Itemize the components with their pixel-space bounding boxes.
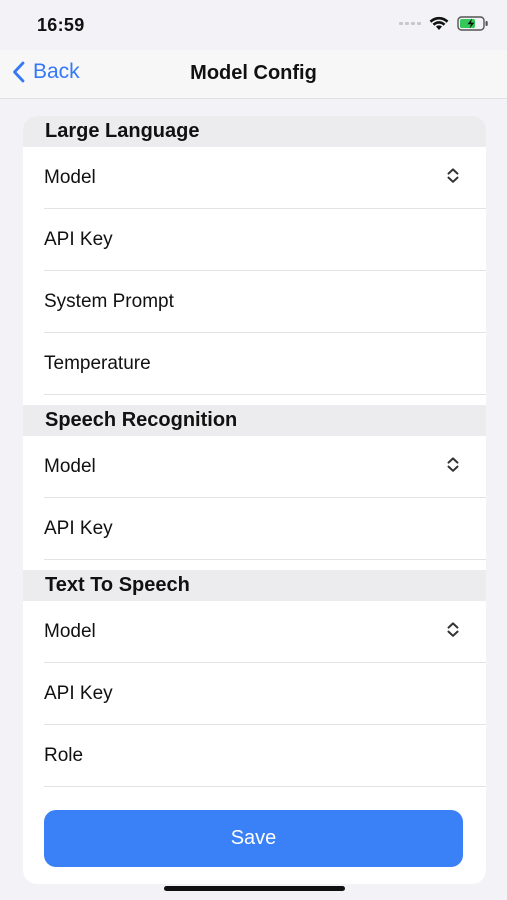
section-header-large-language: Large Language bbox=[23, 116, 486, 147]
row-label: Model bbox=[44, 166, 96, 188]
page-title: Model Config bbox=[190, 62, 317, 84]
row-label: API Key bbox=[44, 682, 113, 704]
tts-api-key-field[interactable]: API Key bbox=[44, 663, 486, 725]
section-header-speech-recognition: Speech Recognition bbox=[23, 405, 486, 436]
section-header-text-to-speech: Text To Speech bbox=[23, 570, 486, 601]
wifi-icon bbox=[429, 16, 449, 30]
tts-model-picker[interactable]: Model bbox=[44, 601, 486, 663]
ll-system-prompt-field[interactable]: System Prompt bbox=[44, 271, 486, 333]
ll-api-key-field[interactable]: API Key bbox=[44, 209, 486, 271]
row-label: System Prompt bbox=[44, 290, 174, 312]
tts-role-field[interactable]: Role bbox=[44, 725, 486, 787]
save-button[interactable]: Save bbox=[44, 810, 463, 867]
chevron-up-down-icon bbox=[447, 456, 459, 472]
row-label: API Key bbox=[44, 517, 113, 539]
row-label: Role bbox=[44, 744, 84, 766]
row-label: Model bbox=[44, 455, 96, 477]
config-card: Large Language Model API Key System Prom… bbox=[23, 116, 486, 884]
row-label: Model bbox=[44, 620, 96, 642]
home-indicator bbox=[164, 886, 345, 891]
ll-model-picker[interactable]: Model bbox=[44, 147, 486, 209]
nav-bar: Back Model Config bbox=[0, 50, 507, 99]
screen: 16:59 Back Model Config Large Language M… bbox=[0, 0, 507, 900]
ll-temperature-field[interactable]: Temperature bbox=[44, 333, 486, 395]
status-bar: 16:59 bbox=[0, 0, 507, 50]
sr-api-key-field[interactable]: API Key bbox=[44, 498, 486, 560]
row-label: Temperature bbox=[44, 352, 151, 374]
status-icons bbox=[399, 16, 489, 31]
signal-icon bbox=[399, 22, 421, 25]
chevron-up-down-icon bbox=[447, 167, 459, 183]
sr-model-picker[interactable]: Model bbox=[44, 436, 486, 498]
row-label: API Key bbox=[44, 228, 113, 250]
status-time: 16:59 bbox=[37, 15, 85, 35]
chevron-up-down-icon bbox=[447, 621, 459, 637]
battery-charging-icon bbox=[457, 16, 488, 31]
